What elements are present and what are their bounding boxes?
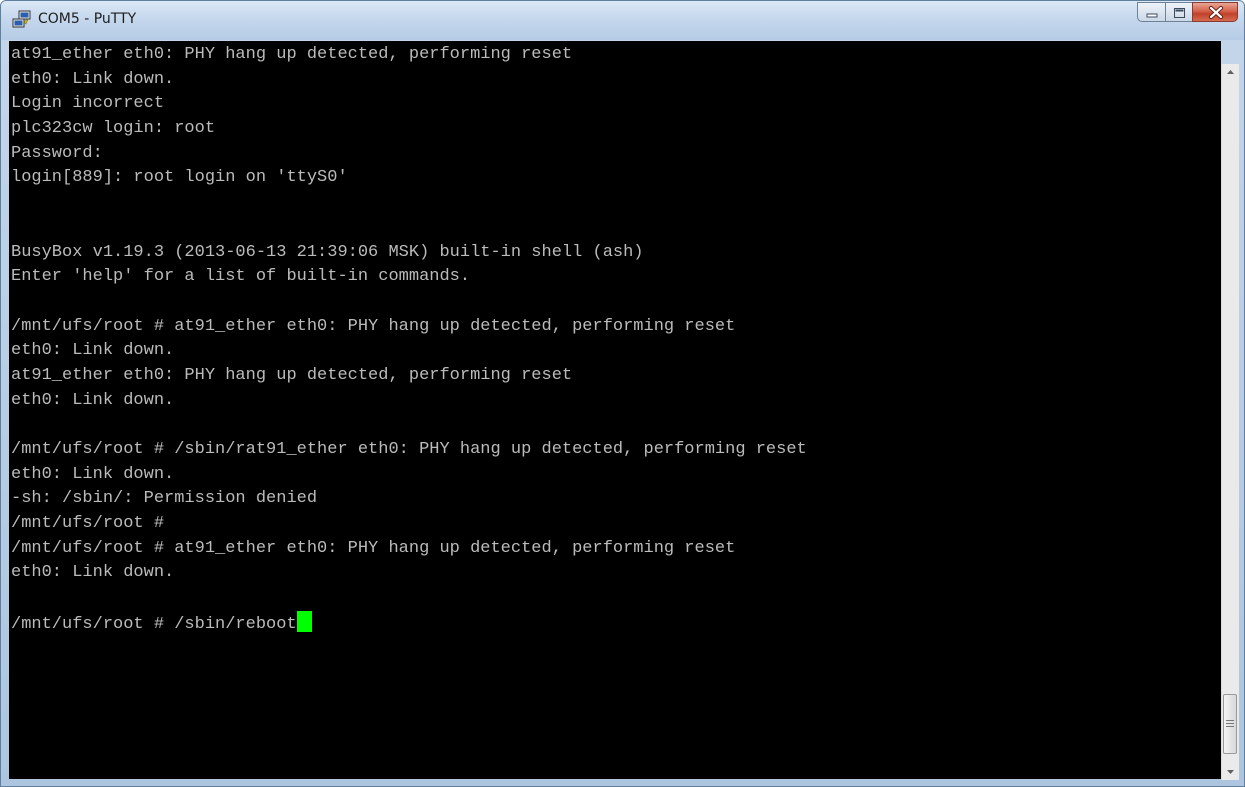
terminal-line: eth0: Link down. (11, 69, 175, 89)
terminal-line: eth0: Link down. (11, 390, 175, 410)
terminal-output: at91_ether eth0: PHY hang up detected, p… (11, 43, 807, 636)
terminal-line: Login incorrect (11, 94, 165, 114)
terminal-line: /mnt/ufs/root # /sbin/rat91_ether eth0: … (11, 440, 807, 459)
maximize-button[interactable] (1165, 2, 1192, 22)
terminal-line: BusyBox v1.19.3 (2013-06-13 21:39:06 MSK… (11, 242, 644, 262)
minimize-icon (1146, 13, 1158, 18)
scroll-up-button[interactable] (1222, 64, 1239, 81)
terminal-line: /mnt/ufs/root # at91_ether eth0: PHY han… (11, 538, 736, 558)
scroll-down-button[interactable] (1222, 763, 1239, 780)
title-bar[interactable]: COM5 - PuTTY (1, 1, 1244, 40)
terminal-line: at91_ether eth0: PHY hang up detected, p… (11, 365, 573, 385)
terminal-line: at91_ether eth0: PHY hang up detected, p… (11, 45, 573, 64)
putty-computers-icon[interactable] (12, 10, 32, 30)
terminal-prompt-line: /mnt/ufs/root # /sbin/reboot (11, 610, 807, 636)
terminal-line: eth0: Link down. (11, 563, 175, 583)
close-icon (1209, 6, 1223, 19)
terminal-prompt-text: /mnt/ufs/root # /sbin/reboot (11, 614, 297, 634)
window-title: COM5 - PuTTY (38, 11, 137, 27)
terminal-line: login[889]: root login on 'ttyS0' (11, 168, 348, 188)
terminal-line: -sh: /sbin/: Permission denied (11, 489, 318, 509)
close-button[interactable] (1192, 2, 1238, 22)
scroll-thumb[interactable] (1223, 694, 1237, 754)
terminal-area[interactable]: at91_ether eth0: PHY hang up detected, p… (9, 41, 1221, 779)
text-cursor (296, 610, 312, 632)
grip-icon (1226, 720, 1234, 727)
scroll-up-arrow-icon (1227, 70, 1234, 74)
terminal-line: eth0: Link down. (11, 464, 175, 484)
caption-buttons (1137, 2, 1238, 23)
terminal-line: /mnt/ufs/root # (11, 514, 165, 534)
maximize-icon (1174, 8, 1185, 18)
terminal-line: Password: (11, 143, 103, 163)
terminal-line: Enter 'help' for a list of built-in comm… (11, 267, 471, 287)
minimize-button[interactable] (1137, 2, 1165, 22)
terminal-line: /mnt/ufs/root # at91_ether eth0: PHY han… (11, 316, 736, 336)
scroll-down-arrow-icon (1227, 770, 1234, 774)
terminal-line: plc323cw login: root (11, 119, 216, 139)
terminal-line: eth0: Link down. (11, 341, 175, 361)
vertical-scrollbar[interactable] (1221, 64, 1239, 780)
putty-window: COM5 - PuTTY at91_ether eth0: PHY hang u… (0, 0, 1245, 787)
